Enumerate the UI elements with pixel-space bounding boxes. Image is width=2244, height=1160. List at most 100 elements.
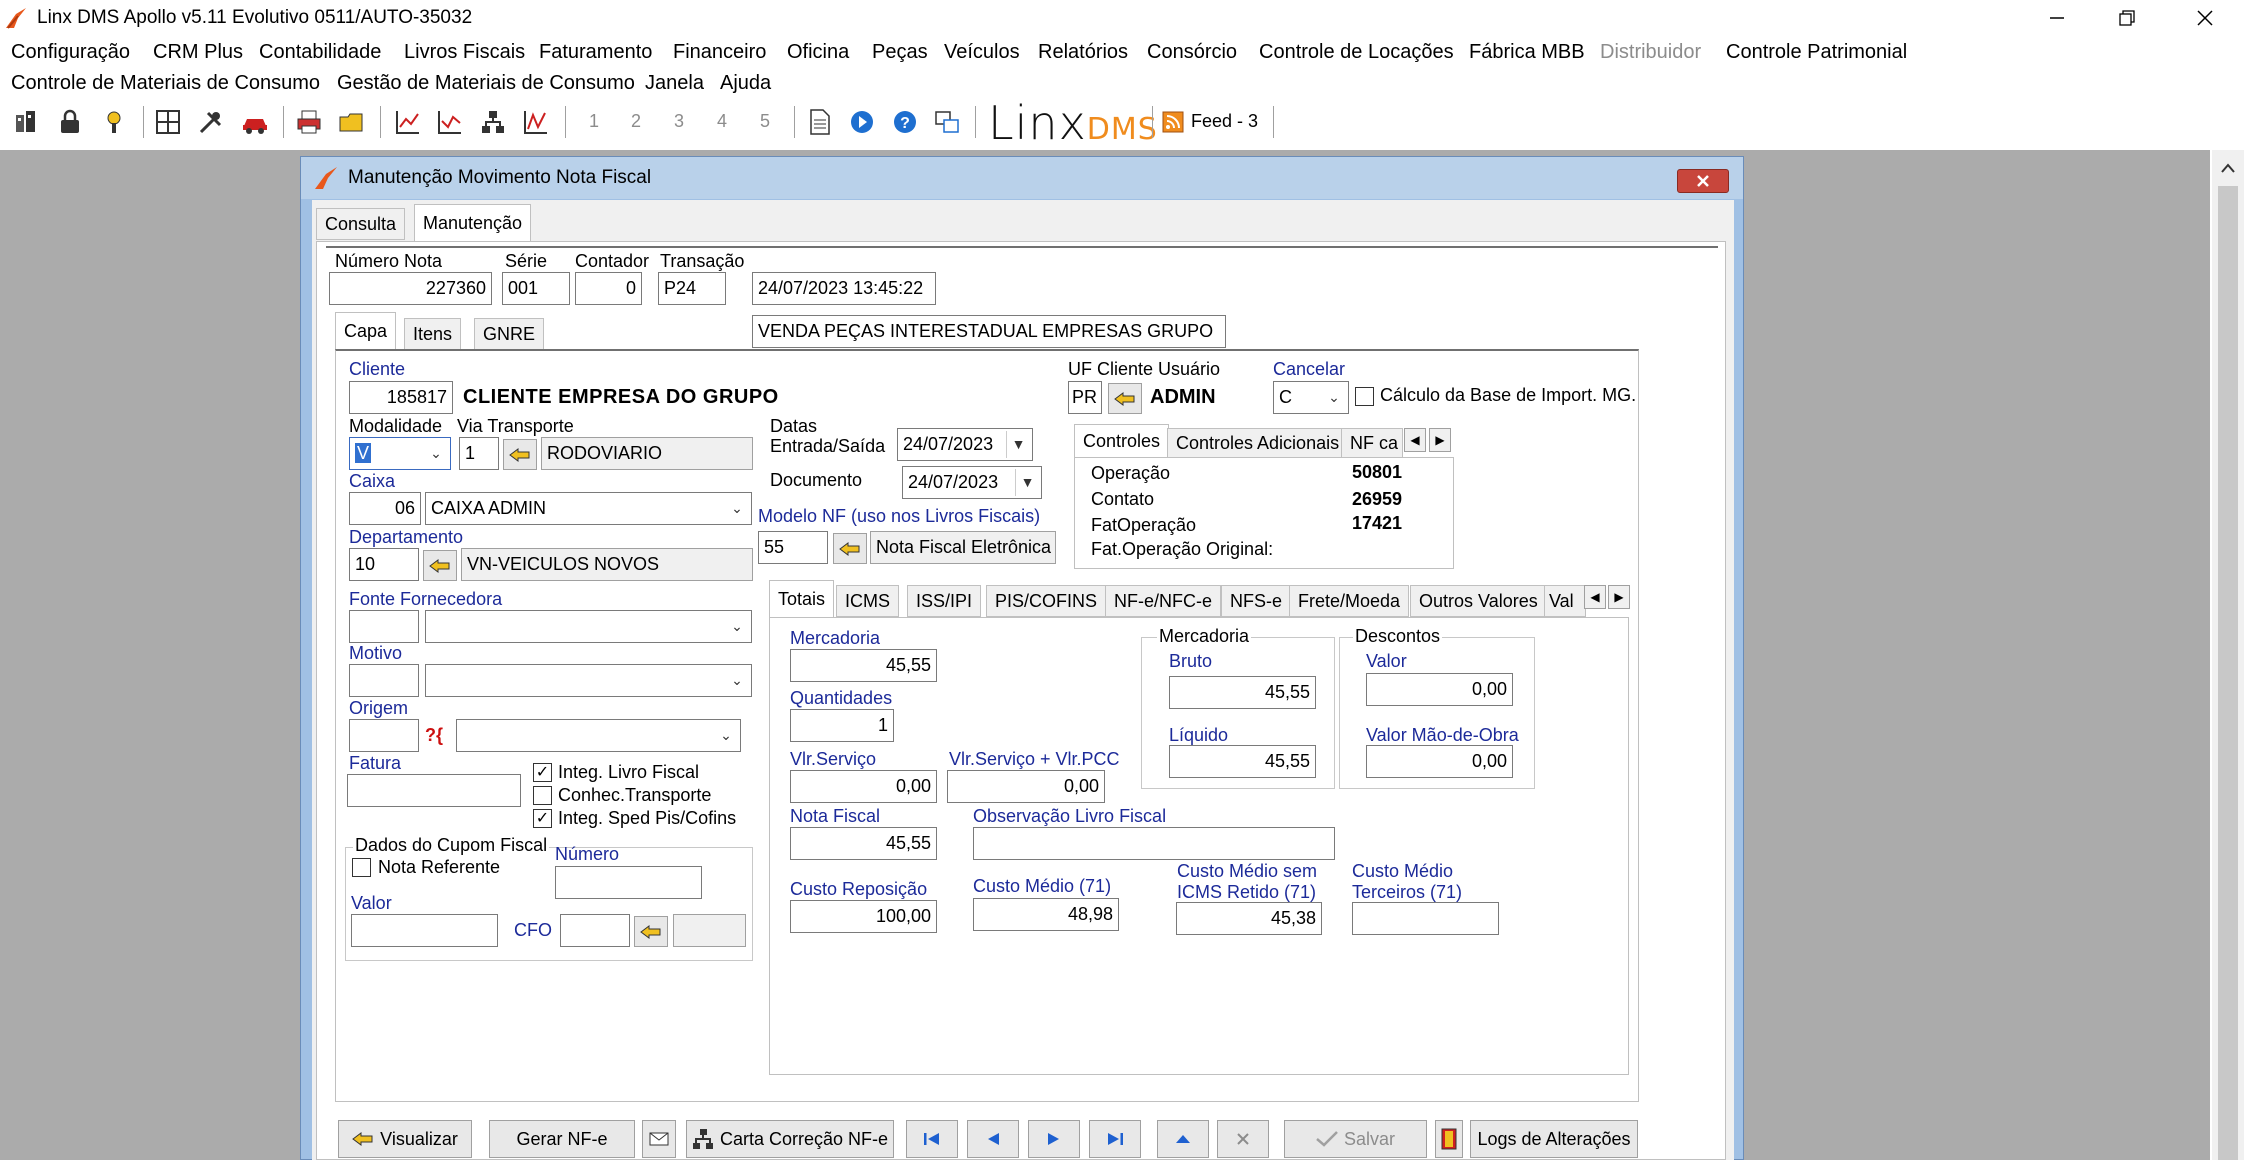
tab-icms[interactable]: ICMS	[836, 585, 899, 617]
logs-alteracoes-button[interactable]: Logs de Alterações	[1470, 1120, 1638, 1158]
nota-referente-checkbox[interactable]	[352, 858, 371, 877]
feed-icon[interactable]	[1162, 111, 1184, 133]
toolbar-lock-icon[interactable]	[56, 108, 84, 136]
custo-medio-field[interactable]: 48,98	[973, 898, 1119, 931]
menu-livros-fiscais[interactable]: Livros Fiscais	[404, 41, 525, 64]
documento-date[interactable]: 24/07/2023 ▼	[902, 466, 1042, 499]
dialog-close-button[interactable]	[1677, 169, 1729, 193]
toolbar-document-icon[interactable]	[806, 108, 834, 136]
envelope-button[interactable]	[642, 1120, 676, 1158]
menu-fabrica-mbb[interactable]: Fábrica MBB	[1469, 41, 1585, 64]
scroll-up-icon[interactable]	[2216, 156, 2240, 180]
minimize-icon[interactable]	[2040, 2, 2074, 34]
tab-nfe-nfce[interactable]: NF-e/NFC-e	[1105, 585, 1221, 617]
menu-janela[interactable]: Janela	[645, 72, 704, 95]
menu-controle-locacoes[interactable]: Controle de Locações	[1259, 41, 1454, 64]
tab-capa[interactable]: Capa	[335, 312, 397, 350]
scroll-thumb[interactable]	[2218, 186, 2238, 1160]
toolbar-folder-icon[interactable]	[337, 108, 365, 136]
integ-sped-checkbox[interactable]: ✓	[533, 809, 552, 828]
tab-controles[interactable]: Controles	[1074, 424, 1170, 458]
menu-consorcio[interactable]: Consórcio	[1147, 41, 1237, 64]
menu-configuracao[interactable]: Configuração	[11, 41, 130, 64]
menu-faturamento[interactable]: Faturamento	[539, 41, 652, 64]
feed-label[interactable]: Feed - 3	[1191, 111, 1258, 132]
nota-fiscal-field[interactable]: 45,55	[790, 827, 937, 860]
custo-sem-icms-field[interactable]: 45,38	[1176, 902, 1322, 935]
first-record-button[interactable]	[906, 1120, 958, 1158]
quantidades-field[interactable]: 1	[790, 709, 894, 742]
mao-obra-field[interactable]: 0,00	[1366, 745, 1513, 778]
fonte-code-field[interactable]	[349, 610, 419, 643]
toolbar-num-4[interactable]: 4	[717, 111, 727, 132]
tab-nf-ca[interactable]: NF ca	[1341, 428, 1403, 458]
prev-record-button[interactable]	[967, 1120, 1019, 1158]
serie-field[interactable]: 001	[502, 272, 570, 305]
tab-scroll-left-icon[interactable]: ◀	[1404, 428, 1426, 452]
origem-icon[interactable]: ?{	[425, 725, 443, 746]
toolbar-help-icon[interactable]: ?	[891, 108, 919, 136]
origem-code-field[interactable]	[349, 719, 419, 752]
motivo-select[interactable]: ⌄	[425, 664, 752, 697]
menu-pecas[interactable]: Peças	[872, 41, 928, 64]
toolbar-tools-icon[interactable]	[197, 108, 225, 136]
modelo-nf-lookup-icon[interactable]	[833, 533, 867, 564]
obs-livro-field[interactable]	[973, 827, 1335, 860]
mdi-scrollbar[interactable]	[2212, 150, 2244, 1160]
salvar-button[interactable]: Salvar	[1284, 1120, 1427, 1158]
toolbar-chart2-icon[interactable]	[436, 108, 464, 136]
valor-cupom-field[interactable]	[351, 914, 498, 947]
gerar-nfe-button[interactable]: Gerar NF-e	[489, 1120, 635, 1158]
cliente-code-field[interactable]: 185817	[349, 381, 453, 414]
fatura-field[interactable]	[347, 774, 521, 807]
toolbar-car-icon[interactable]	[240, 108, 270, 136]
toolbar-play-icon[interactable]	[848, 108, 876, 136]
menu-financeiro[interactable]: Financeiro	[673, 41, 766, 64]
menu-contabilidade[interactable]: Contabilidade	[259, 41, 381, 64]
uf-field[interactable]: PR	[1068, 381, 1102, 414]
motivo-code-field[interactable]	[349, 664, 419, 697]
tab-itens[interactable]: Itens	[404, 318, 462, 350]
toolbar-printer-icon[interactable]	[295, 108, 323, 136]
datetime-field[interactable]: 24/07/2023 13:45:22	[752, 272, 936, 305]
tab-consulta[interactable]: Consulta	[316, 208, 406, 240]
liquido-field[interactable]: 45,55	[1169, 745, 1316, 778]
last-record-button[interactable]	[1089, 1120, 1141, 1158]
carta-correcao-button[interactable]: Carta Correção NF-e	[686, 1120, 894, 1158]
vlr-servico-pcc-field[interactable]: 0,00	[947, 770, 1105, 803]
restore-icon[interactable]	[2110, 2, 2144, 34]
tab-frete-moeda[interactable]: Frete/Moeda	[1289, 585, 1410, 617]
toolbar-chart3-icon[interactable]	[522, 108, 550, 136]
cancelar-select[interactable]: C ⌄	[1273, 381, 1349, 414]
toolbar-num-5[interactable]: 5	[760, 111, 770, 132]
menu-controle-patrimonial[interactable]: Controle Patrimonial	[1726, 41, 1907, 64]
menu-oficina[interactable]: Oficina	[787, 41, 849, 64]
totais-scroll-right-icon[interactable]: ▶	[1608, 585, 1630, 609]
cancel-x-button[interactable]	[1217, 1120, 1269, 1158]
up-button[interactable]	[1157, 1120, 1209, 1158]
numero-field[interactable]	[555, 866, 702, 899]
modalidade-select[interactable]: V ⌄	[349, 437, 451, 470]
calendar-dropdown-icon[interactable]: ▼	[1015, 469, 1039, 496]
integ-livro-checkbox[interactable]: ✓	[533, 763, 552, 782]
menu-crm-plus[interactable]: CRM Plus	[153, 41, 243, 64]
tab-iss-ipi[interactable]: ISS/IPI	[907, 585, 982, 617]
next-record-button[interactable]	[1028, 1120, 1080, 1158]
toolbar-org-icon[interactable]	[479, 108, 507, 136]
origem-select[interactable]: ⌄	[456, 719, 741, 752]
modelo-nf-field[interactable]: 55	[758, 531, 828, 564]
tab-outros-valores[interactable]: Outros Valores	[1410, 585, 1547, 617]
tab-gnre[interactable]: GNRE	[474, 318, 545, 350]
menu-ajuda[interactable]: Ajuda	[720, 72, 771, 95]
totais-scroll-left-icon[interactable]: ◀	[1584, 585, 1606, 609]
menu-controle-materiais[interactable]: Controle de Materiais de Consumo	[11, 72, 320, 95]
tab-controles-adicionais[interactable]: Controles Adicionais	[1167, 428, 1349, 458]
valor-desc-field[interactable]: 0,00	[1366, 673, 1513, 706]
departamento-code-field[interactable]: 10	[349, 548, 419, 581]
tab-totais[interactable]: Totais	[769, 580, 835, 618]
visualizar-button[interactable]: Visualizar	[338, 1120, 472, 1158]
contador-field[interactable]: 0	[575, 272, 642, 305]
toolbar-user-key-icon[interactable]	[100, 108, 128, 136]
numero-nota-field[interactable]: 227360	[329, 272, 492, 305]
fonte-select[interactable]: ⌄	[425, 610, 752, 643]
